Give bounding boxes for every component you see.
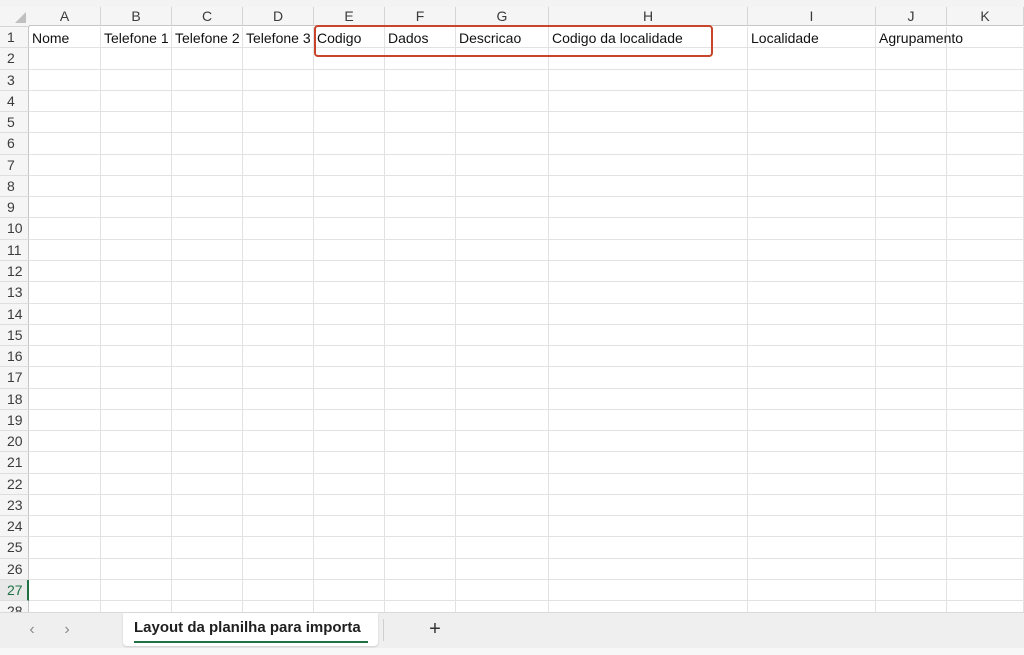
row-header-15[interactable]: 15 xyxy=(0,324,29,347)
row-header-16[interactable]: 16 xyxy=(0,346,29,368)
sheet-tab-label: Layout da planilha para importa xyxy=(134,619,361,636)
row-header-26[interactable]: 26 xyxy=(0,558,29,581)
grid-line-horizontal xyxy=(29,217,1024,219)
cell-j1[interactable]: Agrupamento xyxy=(876,28,963,48)
grid-line-horizontal xyxy=(29,387,1024,389)
column-header-h[interactable]: H xyxy=(549,7,748,26)
status-strip xyxy=(0,648,1024,655)
grid-line-vertical xyxy=(875,27,876,612)
grid-line-vertical xyxy=(100,27,101,612)
column-header-g[interactable]: G xyxy=(456,7,549,26)
select-all-corner[interactable] xyxy=(0,7,30,27)
grid-line-vertical xyxy=(313,27,314,612)
cell-a1[interactable]: Nome xyxy=(29,28,69,48)
row-header-10[interactable]: 10 xyxy=(0,218,29,240)
column-header-d[interactable]: D xyxy=(243,7,314,26)
row-header-5[interactable]: 5 xyxy=(0,112,29,134)
grid-line-horizontal xyxy=(29,472,1024,474)
grid-line-horizontal xyxy=(29,259,1024,261)
row-header-24[interactable]: 24 xyxy=(0,516,29,538)
row-header-18[interactable]: 18 xyxy=(0,388,29,410)
row-header-11[interactable]: 11 xyxy=(0,239,29,261)
row-header-17[interactable]: 17 xyxy=(0,367,29,389)
column-header-i[interactable]: I xyxy=(748,7,876,26)
grid-line-horizontal xyxy=(29,68,1024,70)
row-header-2[interactable]: 2 xyxy=(0,48,29,70)
chevron-left-icon[interactable]: ‹ xyxy=(22,620,42,640)
row-header-27[interactable]: 27 xyxy=(0,580,29,602)
row-header-14[interactable]: 14 xyxy=(0,303,29,325)
row-header-22[interactable]: 22 xyxy=(0,473,29,495)
grid-line-horizontal xyxy=(29,174,1024,176)
grid-line-vertical xyxy=(384,27,385,612)
grid-line-horizontal xyxy=(29,153,1024,155)
grid-line-vertical xyxy=(171,27,172,612)
row-header-25[interactable]: 25 xyxy=(0,537,29,559)
grid-line-horizontal xyxy=(29,132,1024,134)
row-header-4[interactable]: 4 xyxy=(0,90,29,113)
row-header-1[interactable]: 1 xyxy=(0,27,29,49)
grid-line-vertical xyxy=(747,27,748,612)
cell-c1[interactable]: Telefone 2 xyxy=(172,28,240,48)
row-header-13[interactable]: 13 xyxy=(0,282,29,304)
highlight-annotation-box xyxy=(314,25,713,57)
grid-line-horizontal xyxy=(29,557,1024,559)
grid-line-horizontal xyxy=(29,111,1024,113)
row-header-8[interactable]: 8 xyxy=(0,175,29,198)
grid-line-horizontal xyxy=(29,281,1024,283)
grid-line-vertical xyxy=(946,27,947,612)
grid-line-vertical xyxy=(242,27,243,612)
grid-line-horizontal xyxy=(29,430,1024,432)
column-header-e[interactable]: E xyxy=(314,7,385,26)
cell-i1[interactable]: Localidade xyxy=(748,28,819,48)
grid-line-horizontal xyxy=(29,536,1024,538)
grid-line-vertical xyxy=(455,27,456,612)
row-header-6[interactable]: 6 xyxy=(0,133,29,155)
cell-area[interactable]: Nome Telefone 1 Telefone 2 Telefone 3 Codigo… xyxy=(29,27,1024,612)
row-header-28[interactable]: 28 xyxy=(0,601,29,612)
grid-line-horizontal xyxy=(29,493,1024,495)
row-header-19[interactable]: 19 xyxy=(0,409,29,432)
spreadsheet-grid[interactable]: ABCDEFGHIJK 1 2 3 4 5 6 7 8 9 10 11 12 13 14 15 16 17 18 1… xyxy=(0,7,1024,612)
grid-line-horizontal xyxy=(29,600,1024,602)
column-header-j[interactable]: J xyxy=(876,7,947,26)
row-header-21[interactable]: 21 xyxy=(0,452,29,474)
chevron-right-icon[interactable]: › xyxy=(57,620,77,640)
grid-line-horizontal xyxy=(29,238,1024,240)
sheet-tab-active[interactable]: Layout da planilha para importa xyxy=(123,613,378,646)
grid-line-horizontal xyxy=(29,366,1024,368)
add-sheet-button[interactable]: + xyxy=(424,618,446,640)
grid-line-horizontal xyxy=(29,196,1024,198)
grid-line-horizontal xyxy=(29,89,1024,91)
grid-line-horizontal xyxy=(29,451,1024,453)
sheet-tab-bar: ‹ › Layout da planilha para importa + xyxy=(0,612,1024,648)
column-header-a[interactable]: A xyxy=(29,7,101,26)
active-tab-underline xyxy=(134,641,368,643)
row-header-20[interactable]: 20 xyxy=(0,431,29,453)
column-header-c[interactable]: C xyxy=(172,7,243,26)
row-header-7[interactable]: 7 xyxy=(0,154,29,176)
cell-d1[interactable]: Telefone 3 xyxy=(243,28,311,48)
grid-line-horizontal xyxy=(29,345,1024,347)
row-header-23[interactable]: 23 xyxy=(0,494,29,517)
grid-line-horizontal xyxy=(29,579,1024,581)
grid-line-horizontal xyxy=(29,302,1024,304)
grid-line-horizontal xyxy=(29,515,1024,517)
grid-line-vertical xyxy=(548,27,549,612)
tab-divider xyxy=(383,619,384,641)
cell-b1[interactable]: Telefone 1 xyxy=(101,28,169,48)
row-header-9[interactable]: 9 xyxy=(0,197,29,219)
grid-line-horizontal xyxy=(29,408,1024,410)
column-header-k[interactable]: K xyxy=(947,7,1024,26)
row-header-3[interactable]: 3 xyxy=(0,69,29,91)
grid-line-horizontal xyxy=(29,323,1024,325)
column-header-b[interactable]: B xyxy=(101,7,172,26)
row-header-12[interactable]: 12 xyxy=(0,260,29,283)
column-header-f[interactable]: F xyxy=(385,7,456,26)
